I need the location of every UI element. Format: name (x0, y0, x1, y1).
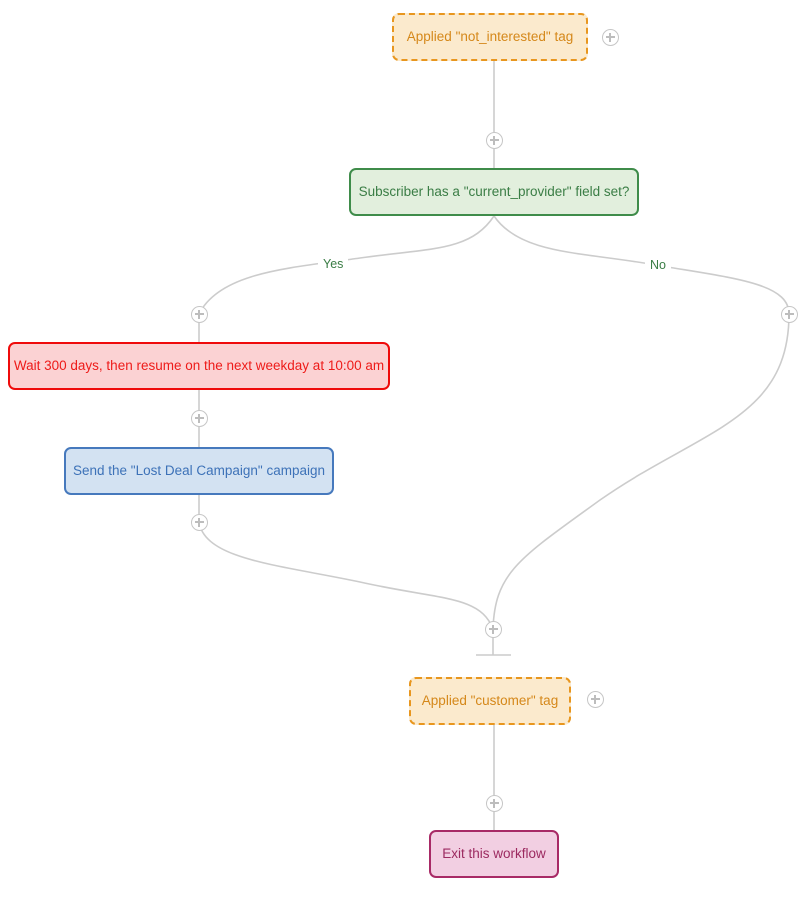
node-tag-applied-not-interested[interactable]: Applied "not_interested" tag (392, 13, 588, 61)
node-label: Applied "customer" tag (421, 692, 559, 708)
add-step-button-yes-branch[interactable] (190, 305, 208, 323)
node-exit-workflow[interactable]: Exit this workflow (429, 830, 559, 878)
add-step-button-after-campaign[interactable] (190, 513, 208, 531)
add-step-button-after-trigger[interactable] (485, 131, 503, 149)
workflow-canvas: Applied "not_interested" tag Subscriber … (0, 0, 805, 905)
add-step-button-no-branch[interactable] (780, 305, 798, 323)
node-label: Applied "not_interested" tag (406, 28, 574, 44)
node-label: Send the "Lost Deal Campaign" campaign (73, 462, 325, 478)
node-send-lost-deal-campaign[interactable]: Send the "Lost Deal Campaign" campaign (64, 447, 334, 495)
node-condition-current-provider[interactable]: Subscriber has a "current_provider" fiel… (349, 168, 639, 216)
edge-condition-to-no (493, 215, 790, 315)
add-step-button-after-customer-tag[interactable] (485, 794, 503, 812)
node-label: Subscriber has a "current_provider" fiel… (358, 183, 630, 199)
node-label: Wait 300 days, then resume on the next w… (13, 357, 385, 373)
node-label: Exit this workflow (442, 845, 546, 861)
add-step-button-merge[interactable] (484, 620, 502, 638)
add-step-button-beside-customer-tag[interactable] (586, 690, 604, 708)
edge-yes-merge (198, 521, 494, 630)
add-step-button-after-wait[interactable] (190, 409, 208, 427)
node-tag-applied-customer[interactable]: Applied "customer" tag (409, 677, 571, 725)
branch-label-yes: Yes (318, 256, 349, 272)
node-wait-300-days[interactable]: Wait 300 days, then resume on the next w… (8, 342, 390, 390)
edge-no-merge (492, 313, 790, 630)
add-step-button-beside-trigger[interactable] (601, 28, 619, 46)
branch-label-no: No (645, 257, 671, 273)
